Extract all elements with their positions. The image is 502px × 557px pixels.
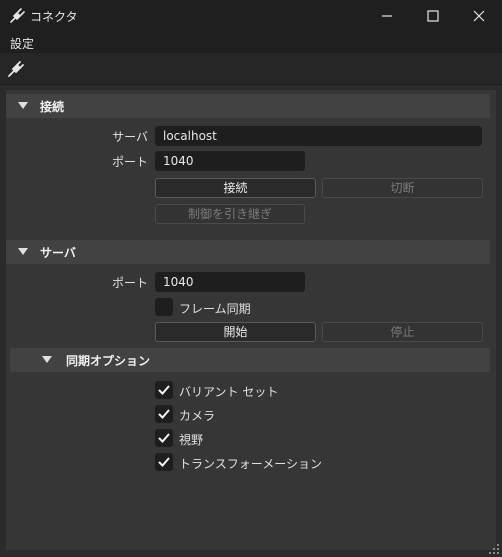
- disconnect-button[interactable]: 切断: [322, 178, 483, 198]
- collapse-arrow-icon: [18, 248, 28, 255]
- menu-bar: 設定: [0, 32, 502, 53]
- window-title: コネクタ: [30, 10, 78, 24]
- port-label: ポート: [111, 155, 148, 169]
- field-of-view-label: 視野: [179, 433, 204, 447]
- sync-options-header[interactable]: 同期オプション: [10, 348, 490, 372]
- takeover-control-button[interactable]: 制御を引き継ぎ: [155, 204, 305, 224]
- frame-sync-label: フレーム同期: [179, 302, 251, 316]
- camera-label: カメラ: [179, 409, 216, 423]
- variant-set-checkbox[interactable]: [155, 381, 173, 399]
- title-bar[interactable]: コネクタ: [0, 0, 502, 32]
- server-label: サーバ: [112, 130, 148, 144]
- close-button[interactable]: [456, 0, 502, 32]
- start-button[interactable]: 開始: [155, 322, 316, 342]
- stop-button[interactable]: 停止: [322, 322, 483, 342]
- variant-set-label: バリアント セット: [179, 385, 279, 399]
- minimize-button[interactable]: [364, 0, 410, 32]
- server-port-input[interactable]: 1040: [155, 272, 305, 292]
- connection-section-title: 接続: [40, 100, 65, 114]
- server-section-title: サーバ: [40, 246, 76, 260]
- frame-sync-checkbox[interactable]: [155, 298, 173, 316]
- field-of-view-checkbox[interactable]: [155, 429, 173, 447]
- connect-button[interactable]: 接続: [155, 178, 316, 198]
- server-input[interactable]: localhost: [155, 126, 482, 146]
- minimize-icon: [382, 15, 392, 17]
- transformation-checkbox[interactable]: [155, 453, 173, 471]
- maximize-icon: [427, 10, 439, 22]
- connection-section-header[interactable]: 接続: [6, 94, 490, 118]
- checkmark-icon: [158, 457, 170, 467]
- collapse-arrow-icon: [18, 102, 28, 109]
- checkmark-icon: [158, 409, 170, 419]
- maximize-button[interactable]: [410, 0, 456, 32]
- sync-options-title: 同期オプション: [66, 354, 151, 368]
- camera-checkbox[interactable]: [155, 405, 173, 423]
- port-input[interactable]: 1040: [155, 151, 305, 171]
- checkmark-icon: [158, 433, 170, 443]
- resize-grip-icon[interactable]: [488, 543, 500, 555]
- toolbar: [0, 53, 502, 85]
- transformation-label: トランスフォーメーション: [179, 457, 323, 471]
- server-port-label: ポート: [111, 276, 148, 290]
- plug-icon[interactable]: [6, 59, 26, 79]
- connector-panel: 接続 サーバ localhost ポート 1040 接続 切断 制御を引き継ぎ …: [6, 90, 496, 550]
- plug-icon: [10, 8, 25, 23]
- checkmark-icon: [158, 385, 170, 395]
- collapse-arrow-icon: [42, 356, 52, 363]
- close-icon: [473, 10, 485, 22]
- server-section-header[interactable]: サーバ: [6, 240, 490, 264]
- menu-settings[interactable]: 設定: [10, 35, 34, 52]
